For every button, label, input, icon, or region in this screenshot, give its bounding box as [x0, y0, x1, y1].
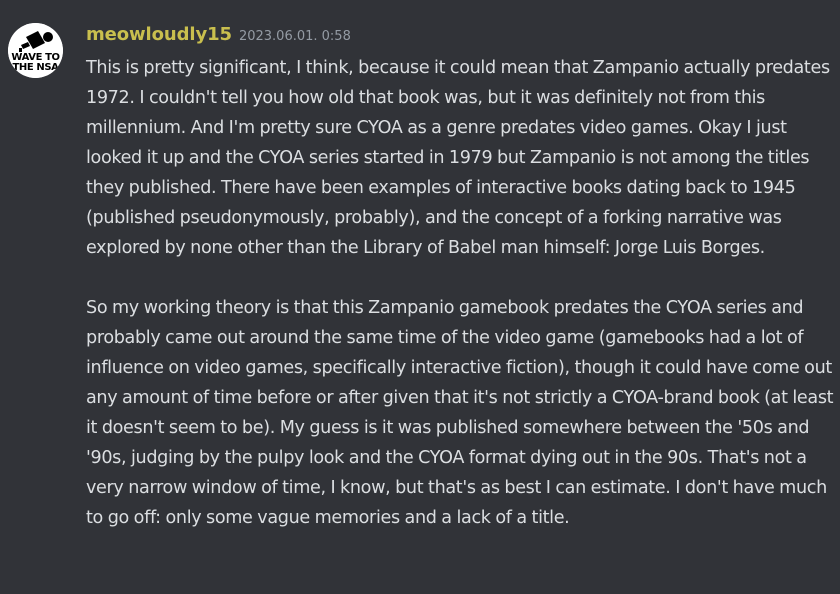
message-paragraph-2: So my working theory is that this Zampan… [86, 298, 834, 528]
chat-message: WAVE TO THE NSA meowloudly15 2023.06.01. … [0, 0, 840, 594]
avatar-text-line2: THE NSA [12, 62, 59, 73]
username[interactable]: meowloudly15 [86, 24, 232, 45]
message-paragraph-1: This is pretty significant, I think, bec… [86, 58, 830, 258]
timestamp[interactable]: 2023.06.01. 0:58 [239, 29, 351, 44]
message-content: This is pretty significant, I think, bec… [86, 53, 836, 533]
avatar[interactable]: WAVE TO THE NSA [8, 23, 63, 78]
message-header: meowloudly15 2023.06.01. 0:58 [86, 24, 351, 52]
